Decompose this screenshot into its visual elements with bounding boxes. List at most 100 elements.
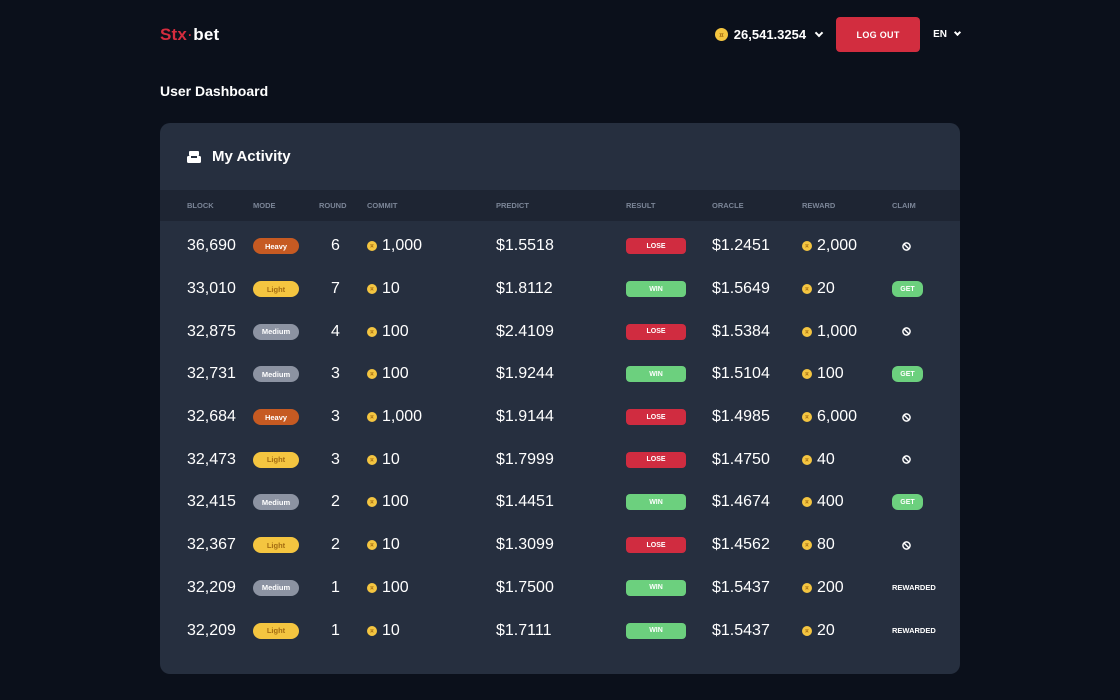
svg-text:¤: ¤ <box>370 501 374 507</box>
commit-cell: ¤ 100 <box>367 481 409 524</box>
reward-cell: ¤ 20 <box>802 268 835 311</box>
svg-text:¤: ¤ <box>370 244 374 250</box>
result-cell: LOSE <box>626 225 686 268</box>
ban-icon <box>902 327 911 337</box>
coin-icon: ¤ <box>367 241 377 252</box>
oracle-cell: $1.5649 <box>712 280 770 298</box>
result-badge: LOSE <box>626 537 686 554</box>
balance-dropdown[interactable]: ¤ 26,541.3254 <box>714 27 824 42</box>
coin-icon: ¤ <box>802 582 812 593</box>
block-cell: 32,209 <box>187 621 236 639</box>
block-cell: 32,415 <box>187 493 236 511</box>
coin-icon: ¤ <box>367 369 377 380</box>
mode-cell: Medium <box>253 353 299 396</box>
activity-card-header: My Activity <box>160 123 960 190</box>
claim-cell <box>902 310 911 353</box>
table-row: 32,473 Light 3 ¤ 10 $1.7999 LOSE $1.4750 ¤ 40 <box>160 438 960 481</box>
mode-cell: Medium <box>253 481 299 524</box>
coin-icon: ¤ <box>802 241 812 252</box>
reward-cell: ¤ 100 <box>802 353 844 396</box>
mode-cell: Heavy <box>253 396 299 439</box>
table-row: 32,209 Medium 1 ¤ 100 $1.7500 WIN $1.5437 ¤ 200 RE… <box>160 567 960 610</box>
predict-cell: $1.3099 <box>496 536 554 554</box>
col-block: BLOCK <box>187 201 214 210</box>
commit-amount: 10 <box>382 280 400 298</box>
reward-cell: ¤ 80 <box>802 524 835 567</box>
result-cell: LOSE <box>626 396 686 439</box>
reward-amount: 6,000 <box>817 408 858 426</box>
result-cell: WIN <box>626 353 686 396</box>
commit-cell: ¤ 100 <box>367 567 409 610</box>
mode-cell: Light <box>253 268 299 311</box>
predict-cell: $1.7999 <box>496 450 554 468</box>
commit-amount: 100 <box>382 322 409 340</box>
result-cell: LOSE <box>626 310 686 353</box>
ban-icon <box>902 242 911 251</box>
predict-cell: $2.4109 <box>496 322 554 340</box>
result-cell: WIN <box>626 567 686 610</box>
inbox-icon <box>187 150 201 163</box>
svg-text:¤: ¤ <box>370 543 374 549</box>
coin-icon: ¤ <box>802 412 812 423</box>
language-selector[interactable]: EN <box>933 28 962 40</box>
ban-icon <box>902 540 911 550</box>
col-commit: COMMIT <box>367 201 398 210</box>
commit-cell: ¤ 10 <box>367 524 400 567</box>
svg-text:¤: ¤ <box>370 586 374 592</box>
result-badge: LOSE <box>626 451 686 468</box>
reward-cell: ¤ 20 <box>802 609 835 652</box>
reward-cell: ¤ 400 <box>802 481 844 524</box>
oracle-cell: $1.5384 <box>712 322 770 340</box>
claim-cell: GET <box>892 353 923 396</box>
claim-get-button[interactable]: GET <box>892 281 923 298</box>
block-cell: 33,010 <box>187 280 236 298</box>
coin-icon: ¤ <box>367 454 377 465</box>
result-cell: WIN <box>626 481 686 524</box>
result-badge: LOSE <box>626 409 686 426</box>
oracle-cell: $1.2451 <box>712 237 770 255</box>
activity-title: My Activity <box>212 148 291 165</box>
logo[interactable]: Stx·bet <box>160 25 219 45</box>
coin-icon: ¤ <box>802 326 812 337</box>
mode-cell: Heavy <box>253 225 299 268</box>
table-row: 32,367 Light 2 ¤ 10 $1.3099 LOSE $1.4562 ¤ 80 <box>160 524 960 567</box>
reward-amount: 20 <box>817 280 835 298</box>
reward-cell: ¤ 40 <box>802 438 835 481</box>
coin-icon: ¤ <box>367 326 377 337</box>
language-label: EN <box>933 29 947 40</box>
claim-get-button[interactable]: GET <box>892 366 923 383</box>
coin-icon: ¤ <box>802 625 812 636</box>
claim-rewarded-label: REWARDED <box>892 583 936 593</box>
result-cell: WIN <box>626 268 686 311</box>
page-title: User Dashboard <box>160 83 269 99</box>
col-reward: REWARD <box>802 201 836 210</box>
coin-icon: ¤ <box>802 497 812 508</box>
logout-button[interactable]: LOG OUT <box>836 17 921 52</box>
result-badge: WIN <box>626 494 686 511</box>
header-actions: ¤ 26,541.3254 LOG OUT EN <box>714 17 962 52</box>
reward-amount: 40 <box>817 450 835 468</box>
commit-cell: ¤ 10 <box>367 268 400 311</box>
predict-cell: $1.9244 <box>496 365 554 383</box>
claim-get-button[interactable]: GET <box>892 494 923 511</box>
svg-text:¤: ¤ <box>805 330 809 336</box>
block-cell: 32,684 <box>187 408 236 426</box>
commit-cell: ¤ 100 <box>367 310 409 353</box>
reward-amount: 80 <box>817 536 835 554</box>
coin-icon: ¤ <box>367 412 377 423</box>
activity-card: My Activity BLOCK MODE ROUND COMMIT PRED… <box>160 123 960 674</box>
table-row: 32,209 Light 1 ¤ 10 $1.7111 WIN $1.5437 ¤ 20 REWAR… <box>160 609 960 652</box>
table-row: 36,690 Heavy 6 ¤ 1,000 $1.5518 LOSE $1.2451 ¤ 2,0… <box>160 225 960 268</box>
mode-badge: Medium <box>253 579 299 596</box>
round-cell: 2 <box>331 493 340 511</box>
result-cell: LOSE <box>626 438 686 481</box>
round-cell: 2 <box>331 536 340 554</box>
coin-icon: ¤ <box>802 454 812 465</box>
mode-cell: Light <box>253 438 299 481</box>
reward-cell: ¤ 6,000 <box>802 396 857 439</box>
round-cell: 7 <box>331 280 340 298</box>
commit-amount: 1,000 <box>382 237 423 255</box>
mode-badge: Medium <box>253 494 299 511</box>
table-row: 33,010 Light 7 ¤ 10 $1.8112 WIN $1.5649 ¤ 20 GET <box>160 268 960 311</box>
coin-icon: ¤ <box>367 497 377 508</box>
